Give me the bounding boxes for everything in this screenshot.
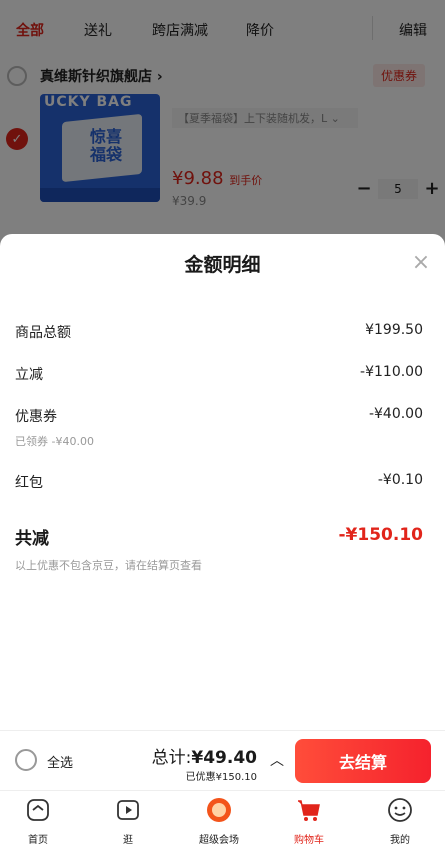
row-label-subtotal: 商品总额 bbox=[15, 325, 71, 341]
sheet-title: 金额明细 bbox=[184, 254, 261, 276]
cart-icon bbox=[298, 800, 320, 821]
total-discount-value: -¥150.10 bbox=[338, 525, 424, 545]
coupon-sub-text: 已领券 -¥40.00 bbox=[15, 435, 94, 448]
checkout-bar: 全选 总计:¥49.40 已优惠¥150.10 ︿ 去结算 bbox=[0, 730, 445, 790]
nav-label-super-venue: 超级会场 bbox=[199, 835, 239, 846]
row-value-instant-discount: -¥110.00 bbox=[360, 364, 423, 380]
chevron-up-icon[interactable]: ︿ bbox=[270, 750, 284, 770]
nav-item-cart[interactable]: 购物车 bbox=[274, 797, 344, 846]
video-icon bbox=[117, 800, 139, 820]
nav-label-home: 首页 bbox=[28, 835, 48, 846]
row-value-subtotal: ¥199.50 bbox=[365, 322, 423, 338]
profile-icon bbox=[388, 798, 412, 822]
row-value-coupon: -¥40.00 bbox=[368, 406, 423, 422]
total-prefix: 总计: bbox=[151, 748, 192, 768]
row-label-instant-discount: 立减 bbox=[15, 367, 43, 383]
super-venue-icon bbox=[207, 798, 231, 822]
nav-label-profile: 我的 bbox=[390, 835, 410, 846]
total-discount-label: 共减 bbox=[15, 529, 49, 549]
home-icon bbox=[27, 799, 49, 821]
checkout-total: 总计:¥49.40 bbox=[152, 743, 257, 768]
nav-item-home[interactable]: 首页 bbox=[3, 797, 73, 846]
nav-item-super-venue[interactable]: 超级会场 bbox=[184, 797, 254, 846]
price-detail-sheet: 金额明细 × 商品总额 ¥199.50 立减 -¥110.00 优惠券 -¥40… bbox=[0, 234, 445, 730]
close-icon[interactable]: × bbox=[409, 252, 433, 276]
nav-label-cart: 购物车 bbox=[294, 835, 324, 846]
discount-note: 以上优惠不包含京豆，请在结算页查看 bbox=[15, 559, 202, 572]
nav-item-stroll[interactable]: 逛 bbox=[93, 797, 163, 846]
row-label-coupon: 优惠券 bbox=[15, 409, 57, 425]
select-all-label[interactable]: 全选 bbox=[47, 752, 73, 771]
checkout-discount: 已优惠¥150.10 bbox=[185, 772, 257, 783]
nav-item-profile[interactable]: 我的 bbox=[365, 797, 435, 846]
nav-label-stroll: 逛 bbox=[123, 835, 133, 846]
bottom-nav: 首页 逛 超级会场 购物车 我的 bbox=[0, 790, 445, 854]
row-label-red-packet: 红包 bbox=[15, 475, 43, 491]
checkout-button[interactable]: 去结算 bbox=[295, 739, 431, 783]
total-amount: ¥49.40 bbox=[191, 748, 257, 768]
select-all-checkbox[interactable] bbox=[15, 749, 37, 771]
row-value-red-packet: -¥0.10 bbox=[377, 472, 423, 488]
